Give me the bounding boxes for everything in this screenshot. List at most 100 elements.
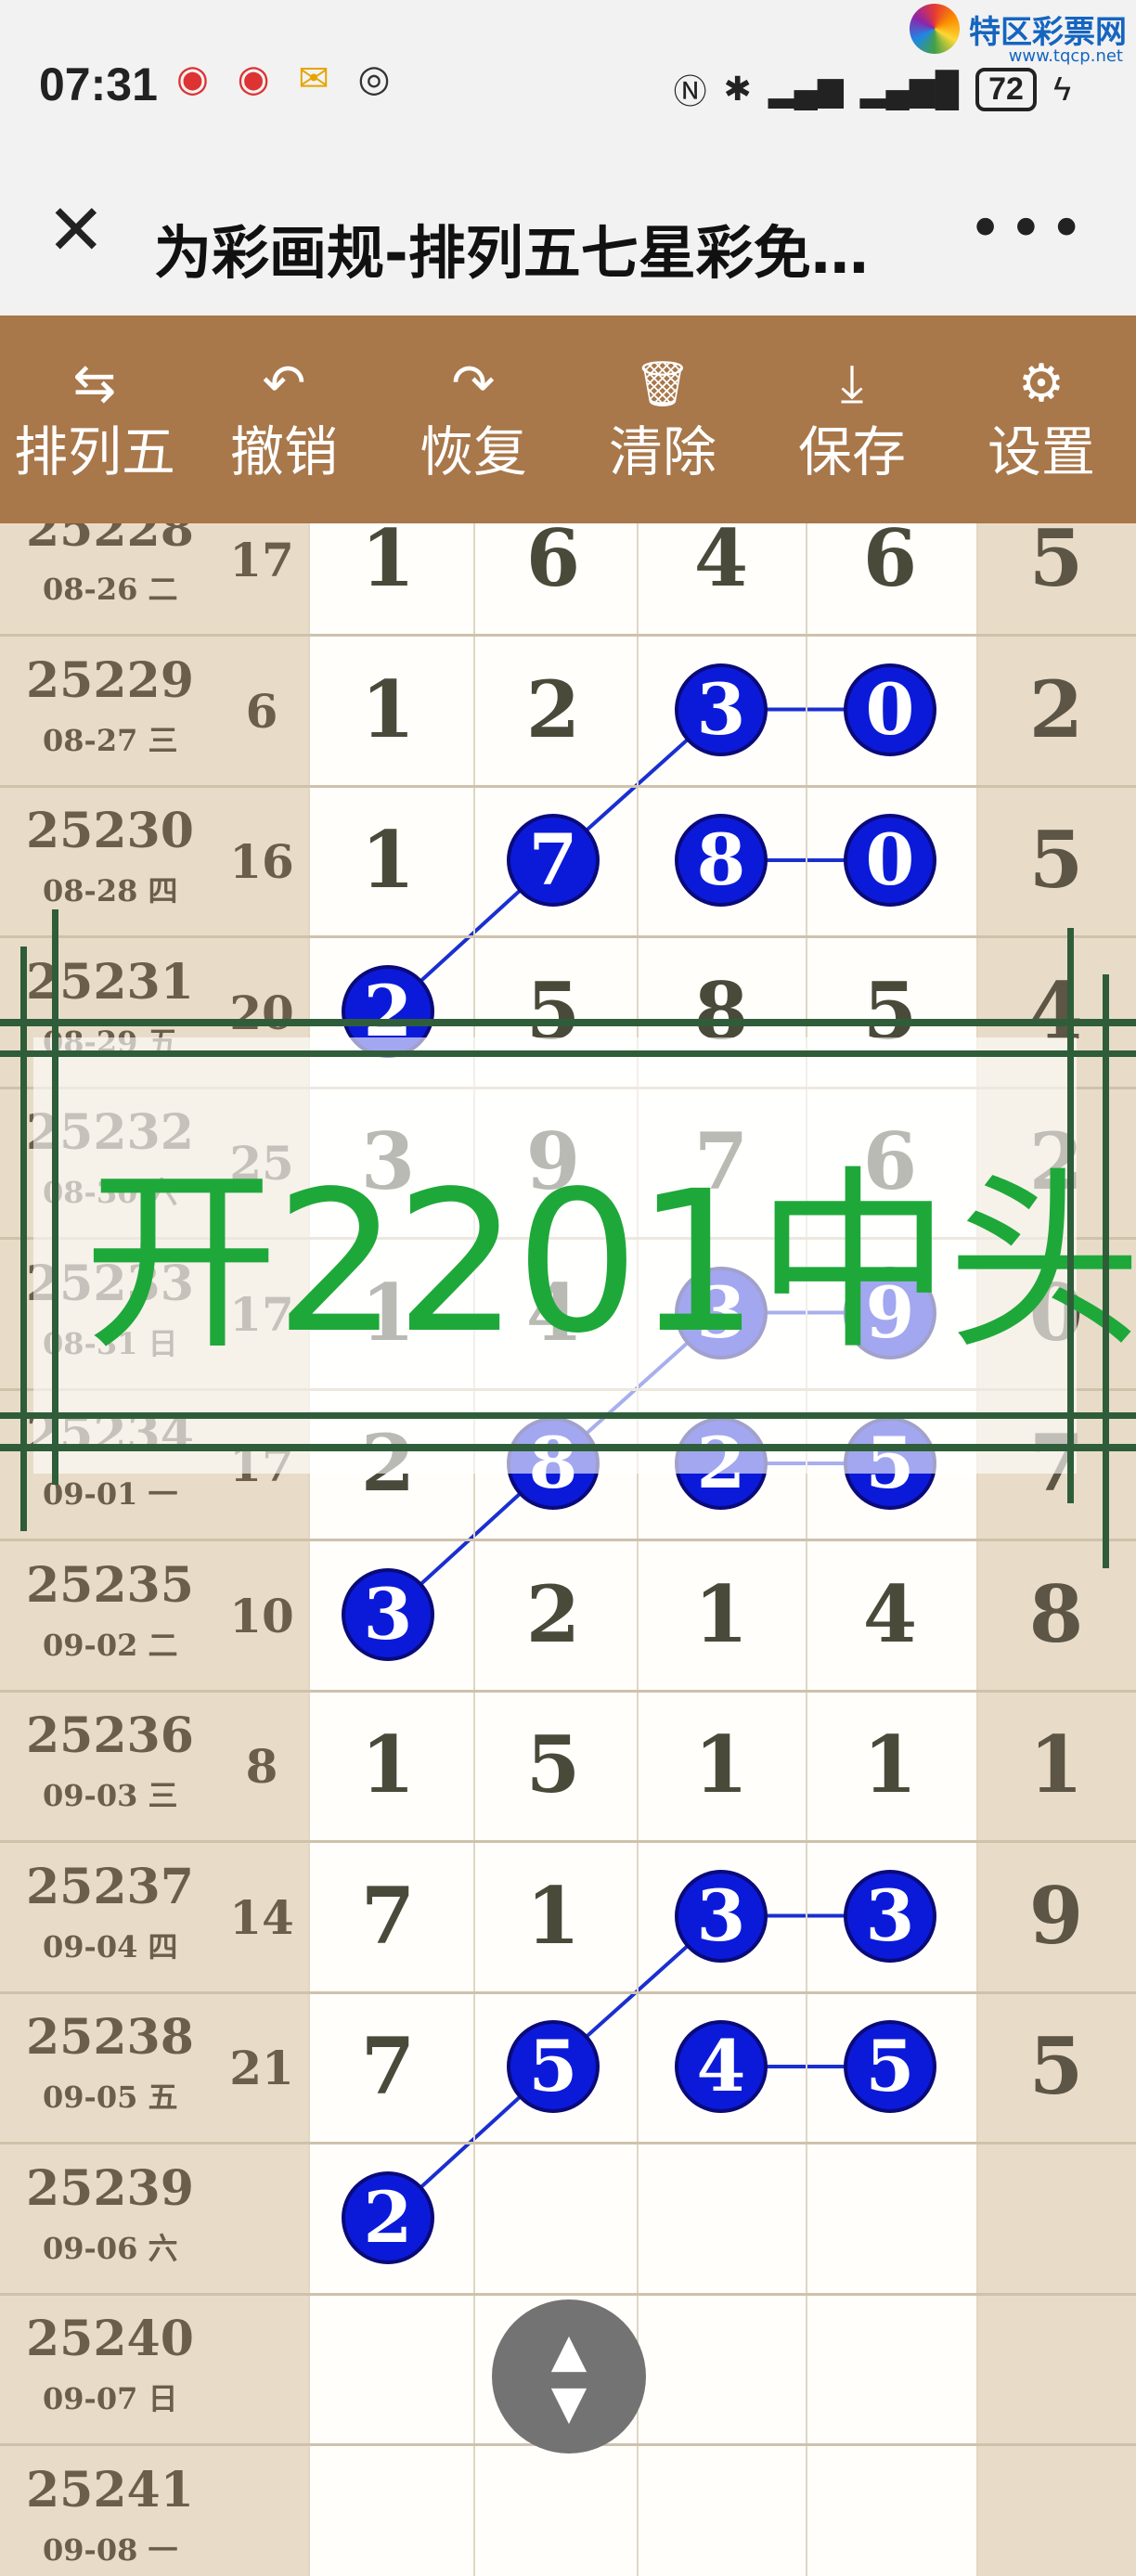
gear-icon: ⚙ xyxy=(1017,354,1065,414)
digit-cell[interactable]: 5 xyxy=(497,1726,609,1804)
close-button[interactable]: ✕ xyxy=(46,195,106,265)
scroll-toggle-button[interactable]: ▲ ▼ xyxy=(492,2299,646,2454)
redo-icon: ↷ xyxy=(451,354,496,414)
status-bar: 07:31 ◉ ◉ ✉ ◎ Ⓝ ✱ ▂▄▆ ▂▄▆█ 72 ϟ 特区彩票网 ww… xyxy=(0,0,1136,167)
site-logo-icon xyxy=(910,4,960,54)
issue-number: 25237 xyxy=(26,1858,194,1915)
row-divider xyxy=(0,1840,1136,1844)
issue-date: 09-05 五 xyxy=(43,2080,178,2115)
marked-digit-ball[interactable]: 3 xyxy=(675,663,768,756)
weibo-icon: ◉ xyxy=(176,58,209,100)
arrow-up-icon: ▲ xyxy=(550,2324,587,2377)
sum-value: 21 xyxy=(229,2041,294,2095)
system-icons: Ⓝ ✱ ▂▄▆ ▂▄▆█ 72 ϟ xyxy=(674,65,1071,113)
digit-cell[interactable]: 1 xyxy=(332,821,444,899)
issue-date: 09-01 一 xyxy=(43,1476,178,1512)
digit-cell[interactable]: 2 xyxy=(497,670,609,749)
notification-icons: ◉ ◉ ✉ ◎ xyxy=(176,58,407,100)
bluetooth-icon: ✱ xyxy=(723,70,752,108)
issue-date: 09-06 六 xyxy=(43,2230,178,2266)
digit-cell[interactable]: 7 xyxy=(332,1876,444,1955)
row-divider xyxy=(0,634,1136,638)
issue-number: 25240 xyxy=(26,2311,194,2367)
issue-number: 25229 xyxy=(26,651,194,709)
sum-value: 6 xyxy=(245,683,278,739)
annotation-line xyxy=(0,1019,1136,1026)
digit-cell[interactable]: 4 xyxy=(834,1575,946,1654)
marked-digit-ball[interactable]: 8 xyxy=(675,814,768,907)
sum-value: 10 xyxy=(229,1588,294,1643)
toolbar-clear-button[interactable]: 🗑 清除 xyxy=(568,316,757,523)
issue-number: 25236 xyxy=(26,1707,194,1764)
eye-icon: ◎ xyxy=(357,58,391,100)
more-menu-button[interactable]: ••• xyxy=(968,195,1090,264)
toolbar-settings-button[interactable]: ⚙ 设置 xyxy=(947,316,1136,523)
digit-cell[interactable]: 2 xyxy=(497,1575,609,1654)
issue-date: 09-08 一 xyxy=(43,2531,178,2568)
digit-cell[interactable]: 6 xyxy=(497,523,609,598)
column-divider xyxy=(308,523,310,2576)
row-divider xyxy=(0,2142,1136,2145)
issue-date: 09-07 日 xyxy=(43,2381,178,2416)
digit-cell[interactable]: 1 xyxy=(497,1876,609,1955)
row-divider xyxy=(0,1539,1136,1542)
signal-icon: ▂▄▆ xyxy=(768,70,844,108)
row-divider xyxy=(0,1689,1136,1693)
toolbar-undo-button[interactable]: ↶ 撤销 xyxy=(189,316,379,523)
annotation-line xyxy=(1067,928,1074,1503)
digit-cell[interactable]: 4 xyxy=(665,523,777,598)
site-url: www.tqcp.net xyxy=(1008,46,1123,66)
marked-digit-ball[interactable]: 5 xyxy=(507,2020,600,2113)
marked-digit-ball[interactable]: 0 xyxy=(844,663,936,756)
clock: 07:31 xyxy=(39,58,158,110)
issue-date: 08-27 三 xyxy=(43,722,178,758)
annotation-line xyxy=(0,1444,1136,1451)
last-digit-value: 5 xyxy=(1028,2020,1084,2112)
marked-digit-ball[interactable]: 3 xyxy=(675,1869,768,1963)
marked-digit-ball[interactable]: 2 xyxy=(342,2170,434,2264)
marked-digit-ball[interactable]: 7 xyxy=(507,814,600,907)
last-digit-value: 2 xyxy=(1028,663,1084,755)
nfc-icon: Ⓝ xyxy=(673,72,707,110)
annotation-line xyxy=(1103,974,1109,1568)
trash-icon: 🗑 xyxy=(634,358,691,410)
last-digit-value: 5 xyxy=(1028,523,1084,604)
charging-icon: ϟ xyxy=(1052,70,1071,108)
marked-digit-ball[interactable]: 3 xyxy=(342,1567,434,1661)
digit-cell[interactable]: 7 xyxy=(332,2028,444,2106)
weibo-icon: ◉ xyxy=(237,58,270,100)
sum-value: 8 xyxy=(245,1739,278,1794)
digit-cell[interactable]: 1 xyxy=(332,1726,444,1804)
marked-digit-ball[interactable]: 0 xyxy=(844,814,936,907)
page-title: 为彩画规-排列五七星彩免… xyxy=(154,219,869,287)
digit-cell[interactable]: 1 xyxy=(665,1575,777,1654)
annotation-line xyxy=(52,909,58,1485)
arrow-down-icon: ▼ xyxy=(550,2376,587,2429)
marked-digit-ball[interactable]: 4 xyxy=(675,2020,768,2113)
digit-cell[interactable]: 1 xyxy=(665,1726,777,1804)
annotation-line xyxy=(0,1050,1136,1057)
issue-number: 25241 xyxy=(26,2461,194,2518)
toolbar-redo-button[interactable]: ↷ 恢复 xyxy=(379,316,568,523)
swap-icon: ⇆ xyxy=(72,354,117,414)
issue-number: 25230 xyxy=(26,803,194,859)
marked-digit-ball[interactable]: 5 xyxy=(844,2020,936,2113)
lottery-trend-grid[interactable]: 25228 08-26 二 17 1 6 4 6 5 25229 08-27 三 6 1 2 3 0 2 252… xyxy=(0,523,1136,2576)
digit-cell[interactable]: 1 xyxy=(332,523,444,598)
last-digit-value: 8 xyxy=(1028,1567,1084,1660)
marked-digit-ball[interactable]: 3 xyxy=(844,1869,936,1963)
digit-cell[interactable]: 1 xyxy=(834,1726,946,1804)
issue-date: 09-02 二 xyxy=(43,1627,178,1663)
column-divider xyxy=(637,523,639,2576)
toolbar-save-button[interactable]: ⤓ 保存 xyxy=(757,316,947,523)
sum-value: 17 xyxy=(229,533,294,587)
sum-value: 14 xyxy=(229,1889,294,1945)
row-divider xyxy=(0,1990,1136,1994)
undo-icon: ↶ xyxy=(262,354,306,414)
annotation-text: 开2201中头 xyxy=(84,1149,1136,1376)
toolbar-switch-lottery-button[interactable]: ⇆ 排列五 xyxy=(0,316,189,523)
digit-cell[interactable]: 6 xyxy=(834,523,946,598)
issue-number: 25235 xyxy=(26,1556,194,1614)
last-digit-value: 9 xyxy=(1028,1869,1084,1962)
digit-cell[interactable]: 1 xyxy=(332,670,444,749)
